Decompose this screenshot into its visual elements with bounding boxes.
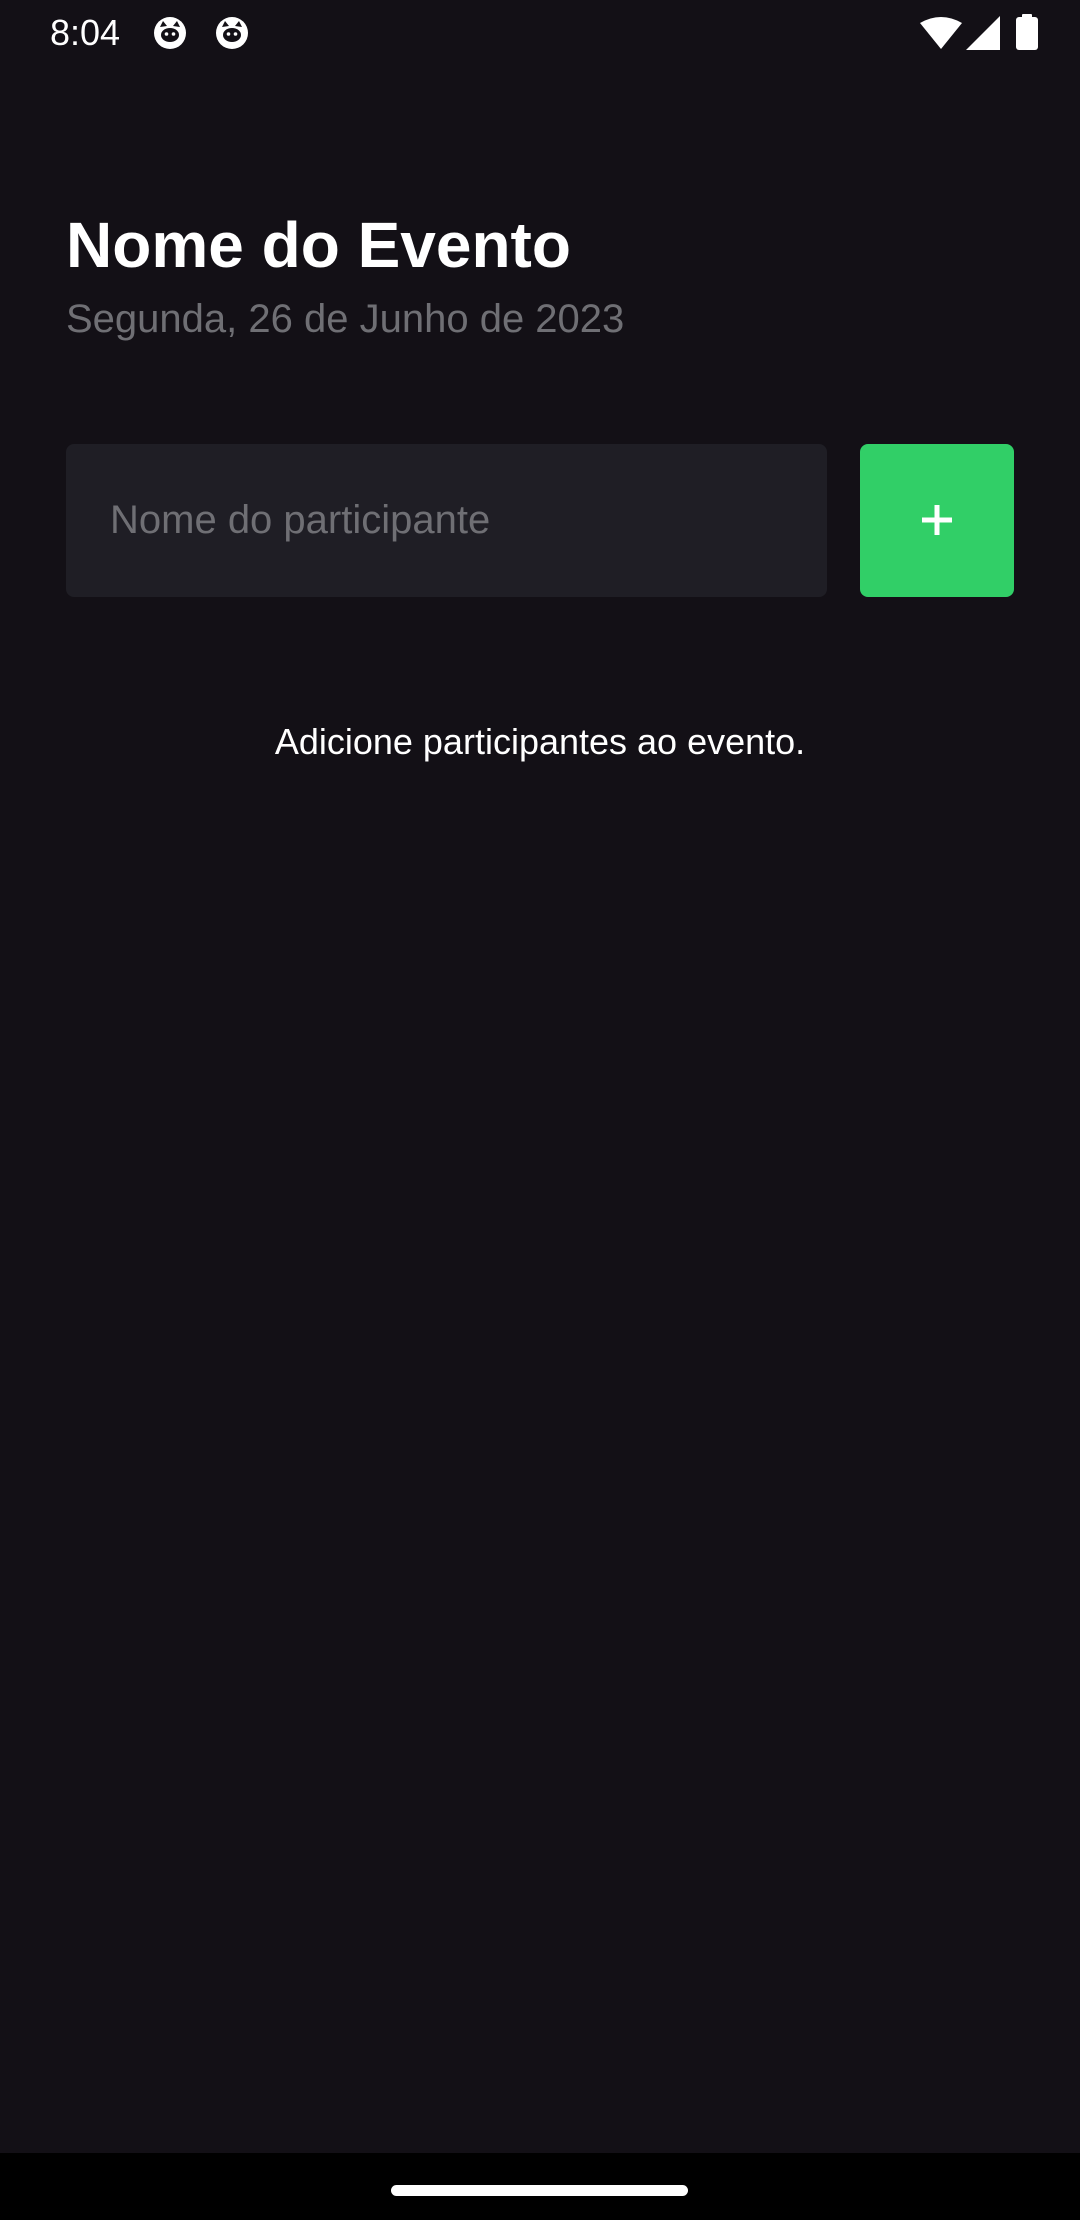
empty-participants-message: Adicione participantes ao evento.	[274, 721, 806, 762]
wifi-icon	[920, 17, 962, 49]
home-indicator[interactable]	[391, 2185, 688, 2196]
event-date: Segunda, 26 de Junho de 2023	[66, 297, 625, 341]
system-navigation-bar	[0, 2153, 1080, 2220]
cellular-signal-icon	[966, 16, 1000, 50]
system-status-icons	[920, 0, 1080, 66]
plus-icon	[922, 505, 952, 535]
participant-name-input[interactable]	[66, 444, 827, 597]
cat-face-icon	[216, 17, 248, 49]
status-bar: 8:04	[0, 0, 1080, 66]
battery-icon	[1016, 14, 1038, 50]
event-title: Nome do Evento	[66, 209, 571, 281]
cat-face-icon	[154, 17, 186, 49]
status-time: 8:04	[50, 12, 121, 53]
add-participant-button[interactable]	[860, 444, 1014, 597]
